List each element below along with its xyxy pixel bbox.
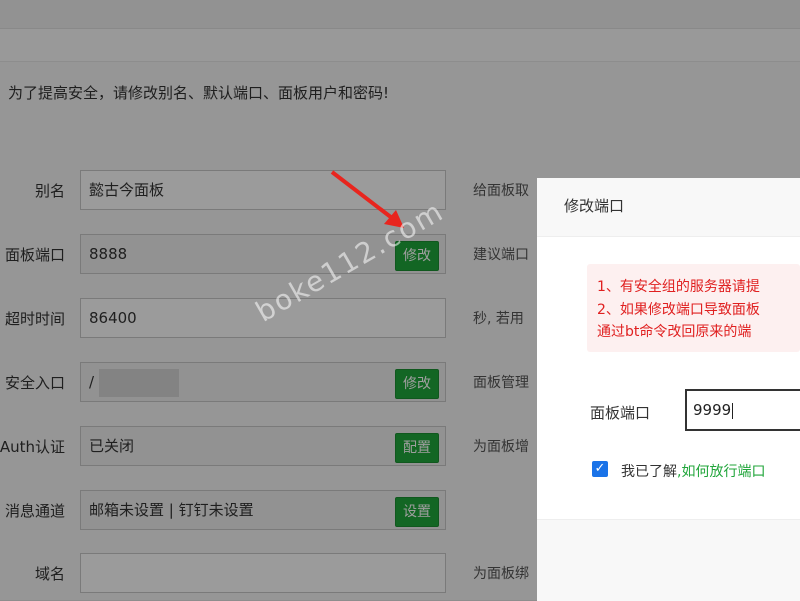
dialog-title: 修改端口 [564, 197, 625, 215]
new-port-input[interactable]: 9999 [685, 389, 800, 431]
acknowledge-checkbox[interactable]: ✓ [592, 461, 608, 477]
new-port-label: 面板端口 [590, 404, 651, 422]
warning-line: 通过bt命令改回原来的端 [597, 324, 752, 340]
dialog-footer [537, 519, 800, 601]
dialog-header: 修改端口 [537, 178, 800, 237]
modify-port-dialog: 修改端口 1、有安全组的服务器请提 2、如果修改端口导致面板 通过bt命令改回原… [537, 178, 800, 601]
acknowledge-label: 我已了解,如何放行端口 [621, 461, 765, 481]
new-port-value: 9999 [693, 401, 732, 419]
open-port-help-link[interactable]: ,如何放行端口 [677, 464, 765, 480]
warning-box: 1、有安全组的服务器请提 2、如果修改端口导致面板 通过bt命令改回原来的端 [587, 264, 800, 352]
acknowledge-text: 我已了解 [621, 464, 677, 480]
warning-line: 2、如果修改端口导致面板 [597, 302, 760, 318]
check-icon: ✓ [594, 461, 606, 476]
text-caret [732, 402, 734, 419]
warning-line: 1、有安全组的服务器请提 [597, 279, 760, 295]
